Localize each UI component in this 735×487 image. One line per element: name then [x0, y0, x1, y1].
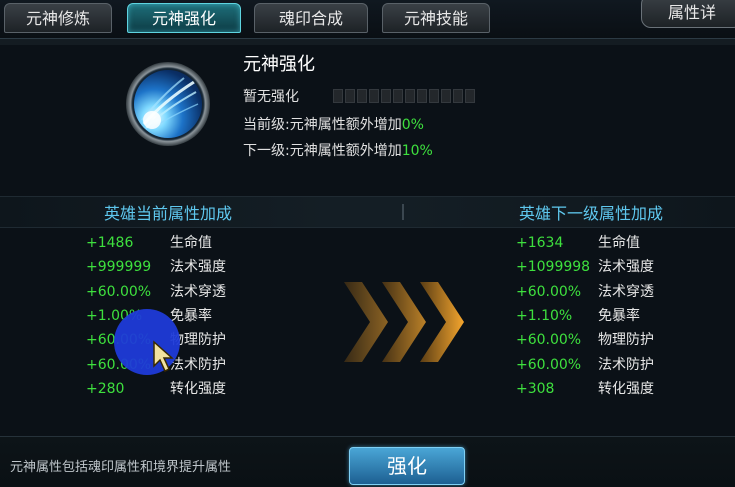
- stat-row: +60.00% 法术穿透: [86, 280, 286, 304]
- stat-value: +280: [86, 380, 125, 397]
- next-stats-title: 英雄下一级属性加成: [519, 204, 664, 223]
- progress-segment: [453, 89, 463, 103]
- stat-row: +1099998 法术强度: [516, 255, 716, 279]
- column-divider: [402, 204, 404, 220]
- stat-value: +60.00%: [516, 283, 582, 300]
- stat-name: 生命值: [598, 235, 640, 251]
- stat-name: 转化强度: [170, 380, 226, 397]
- stat-name: 法术穿透: [598, 283, 654, 300]
- progress-segment: [393, 89, 403, 103]
- stat-name: 物理防护: [598, 332, 654, 349]
- stat-name: 法术强度: [598, 259, 654, 276]
- progress-segment: [369, 89, 379, 103]
- stat-row: +280 转化强度: [86, 377, 286, 401]
- tab-spirit-skills[interactable]: 元神技能: [382, 3, 490, 33]
- progress-segment: [333, 89, 343, 103]
- progress-segment: [405, 89, 415, 103]
- stat-row: +999999 法术强度: [86, 255, 286, 279]
- stat-row: +1634 生命值: [516, 231, 716, 255]
- stat-value: +1099998: [516, 259, 591, 276]
- panel-title: 元神强化: [243, 54, 315, 75]
- progress-segment: [417, 89, 427, 103]
- stat-value: +308: [516, 380, 555, 397]
- stat-value: +60.00%: [86, 283, 152, 300]
- stat-value: +60.00%: [516, 332, 582, 349]
- spirit-comet-icon: [134, 70, 202, 138]
- stat-row: +60.00% 法术穿透: [516, 280, 716, 304]
- footer-note: 元神属性包括魂印属性和境界提升属性: [10, 460, 232, 475]
- progress-segment: [465, 89, 475, 103]
- level-status: 暂无强化: [243, 89, 299, 105]
- stat-name: 法术防护: [598, 356, 654, 373]
- stat-value: +1634: [516, 235, 564, 251]
- stat-row: +60.00% 物理防护: [516, 328, 716, 352]
- current-level-value: 0%: [401, 117, 424, 133]
- progress-segment: [381, 89, 391, 103]
- tab-bar: 元神修炼 元神强化 魂印合成 元神技能 属性详: [0, 0, 735, 39]
- stat-row: +308 转化强度: [516, 377, 716, 401]
- stat-name: 法术强度: [170, 259, 226, 276]
- progress-segment: [357, 89, 367, 103]
- next-level-label: 下一级:元神属性额外增加: [243, 143, 402, 159]
- current-stats-title: 英雄当前属性加成: [104, 204, 233, 223]
- level-progress-bar: [333, 89, 475, 103]
- stat-name: 免暴率: [170, 307, 212, 324]
- stat-value: +1486: [86, 235, 134, 251]
- stat-row: +1486 生命值: [86, 231, 286, 255]
- tab-soul-seal-synthesis[interactable]: 魂印合成: [254, 3, 368, 33]
- mouse-cursor-icon: [153, 340, 174, 373]
- stat-name: 生命值: [170, 235, 212, 251]
- progress-segment: [345, 89, 355, 103]
- stat-value: +1.10%: [516, 307, 573, 324]
- attribute-details-button[interactable]: 属性详: [641, 0, 735, 28]
- stat-name: 转化强度: [598, 380, 654, 397]
- stat-name: 法术穿透: [170, 283, 226, 300]
- current-level-label: 当前级:元神属性额外增加: [243, 117, 402, 133]
- current-level-line: 当前级:元神属性额外增加0%: [243, 114, 424, 134]
- stat-row: +1.10% 免暴率: [516, 304, 716, 328]
- stat-row: +60.00% 法术防护: [516, 353, 716, 377]
- progress-segment: [441, 89, 451, 103]
- stat-name: 免暴率: [598, 307, 640, 324]
- tab-spirit-training[interactable]: 元神修炼: [4, 3, 112, 33]
- next-level-line: 下一级:元神属性额外增加10%: [243, 140, 433, 160]
- next-level-value: 10%: [401, 143, 433, 159]
- upgrade-arrows-icon: [344, 282, 464, 362]
- tab-spirit-enhance[interactable]: 元神强化: [127, 3, 241, 33]
- progress-segment: [429, 89, 439, 103]
- stat-name: 法术防护: [170, 356, 226, 373]
- header-strip: [0, 39, 735, 45]
- stat-value: +999999: [86, 259, 152, 276]
- stat-value: +60.00%: [516, 356, 582, 373]
- stat-row: +1.00% 免暴率: [86, 304, 286, 328]
- stat-row: +60.00% 法术防护: [86, 353, 286, 377]
- enhance-button[interactable]: 强化: [349, 447, 465, 485]
